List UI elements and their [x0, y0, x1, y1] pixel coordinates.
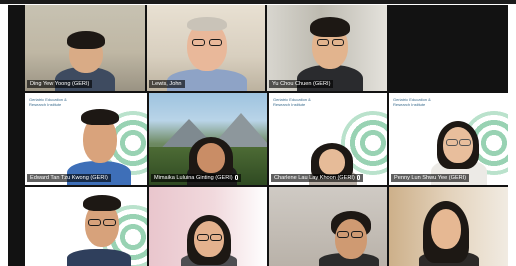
org-logo-text: Geriatric Education & Research Institute — [29, 97, 67, 107]
org-logo-text: Geriatric Education & Research Institute — [393, 97, 431, 107]
participant-tile-edward[interactable]: Geriatric Education & Research Institute… — [25, 93, 147, 185]
participant-tile-mimaika[interactable]: Mimaika Luluina Ginting (GERI) — [149, 93, 267, 185]
participant-name-label: Ding Yew Yoong (GERI) — [27, 80, 93, 88]
participant-tile-ding[interactable]: Ding Yew Yoong (GERI) — [25, 5, 145, 91]
video-call-window: Ding Yew Yoong (GERI) Lewis, John Yu Cho… — [0, 0, 516, 266]
participant-tile-charlene[interactable]: Geriatric Education & Research Institute… — [269, 93, 387, 185]
window-top-strip — [0, 0, 516, 4]
org-logo-text: Geriatric Education & Research Institute — [273, 97, 311, 107]
participant-name-label: Charlene Lau Lay Khoon (GERI) — [271, 174, 363, 182]
participant-tile-yu[interactable]: Yu Chou Chuen (GERI) — [267, 5, 387, 91]
mic-icon — [356, 175, 360, 180]
participant-tile-row3-3[interactable] — [269, 187, 387, 266]
participant-tile-row3-1[interactable] — [25, 187, 147, 266]
participant-tile-penny[interactable]: Geriatric Education & Research Institute… — [389, 93, 508, 185]
participant-tile-lewis[interactable]: Lewis, John — [147, 5, 265, 91]
participant-tile-row3-2[interactable] — [149, 187, 267, 266]
participant-tile-row3-4[interactable] — [389, 187, 508, 266]
participant-name-label: Penny Lun Shwu Yee (GERI) — [391, 174, 470, 182]
participant-name-label: Lewis, John — [149, 80, 185, 88]
participant-name-label: Mimaika Luluina Ginting (GERI) — [151, 174, 241, 182]
participant-name-label: Yu Chou Chuen (GERI) — [269, 80, 334, 88]
participant-gallery: Ding Yew Yoong (GERI) Lewis, John Yu Cho… — [8, 5, 508, 266]
mic-icon — [234, 175, 238, 180]
participant-name-label: Edward Tan Tzu Kwong (GERI) — [27, 174, 111, 182]
